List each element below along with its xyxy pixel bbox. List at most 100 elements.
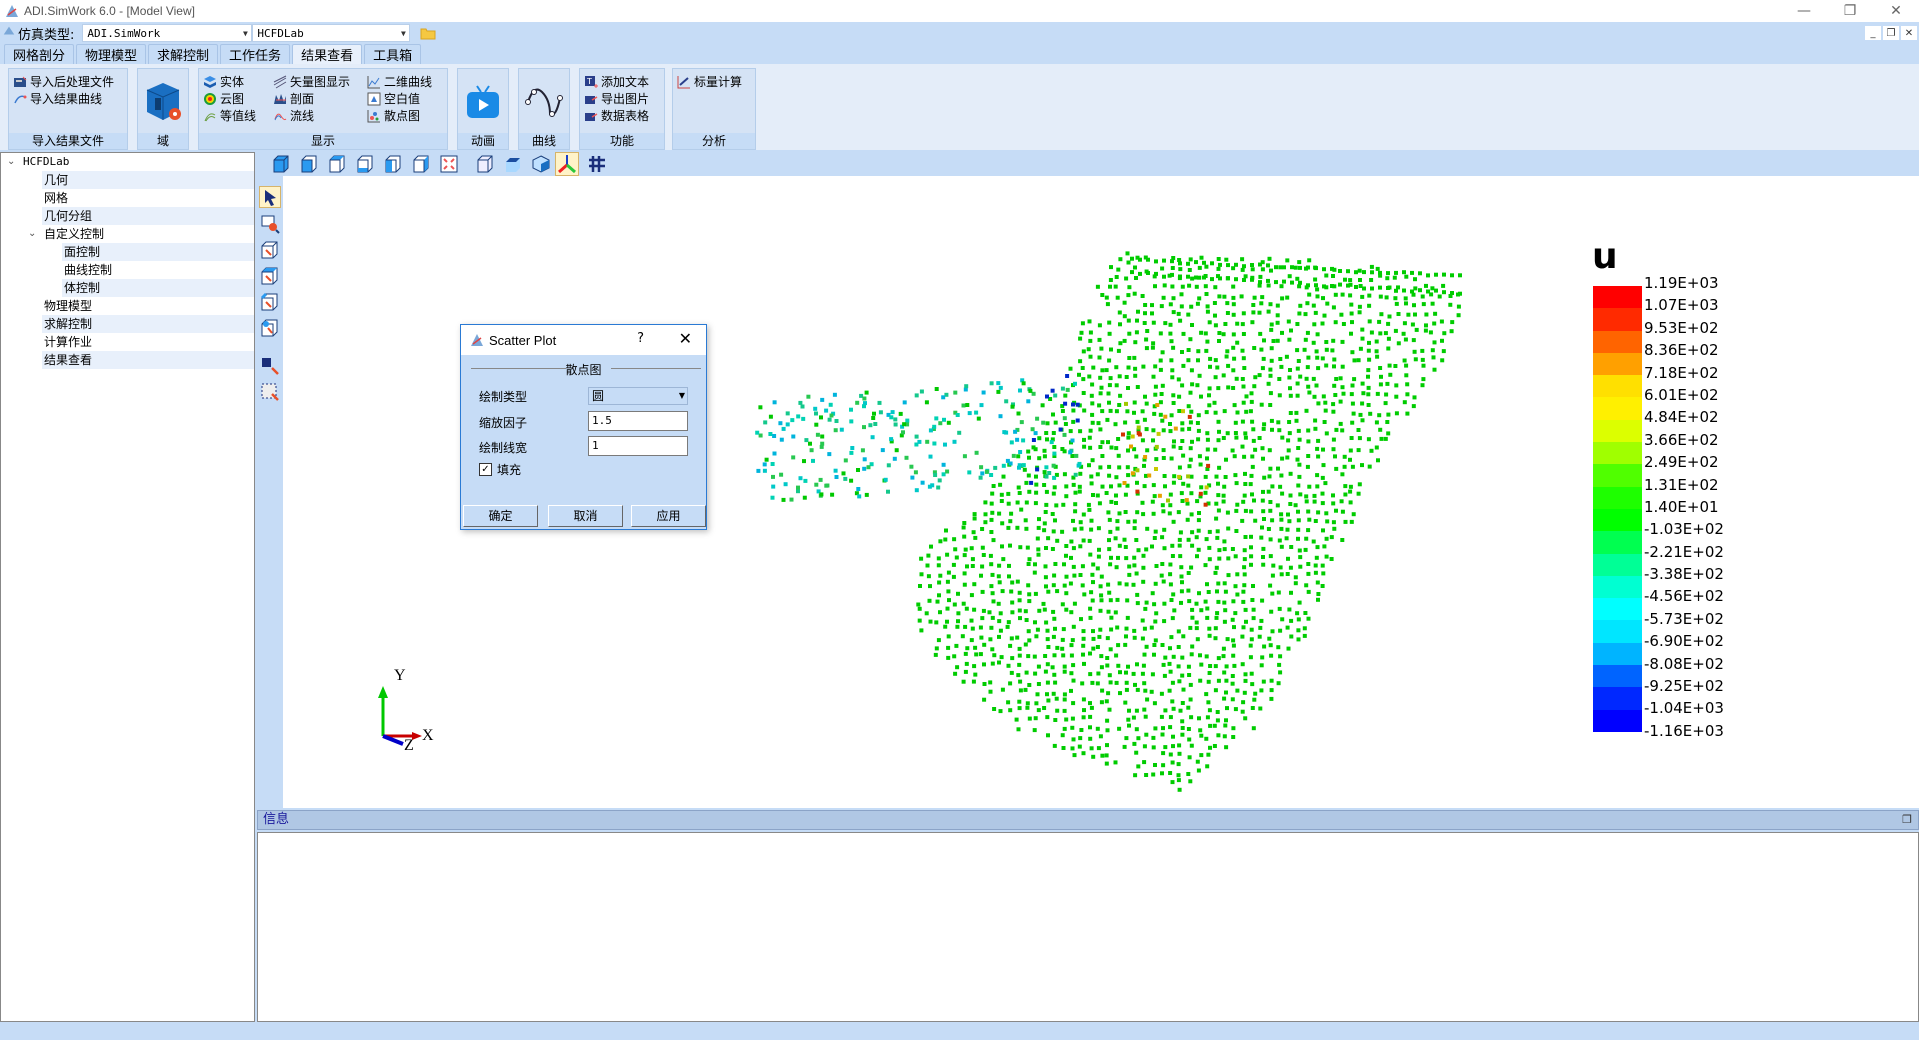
contour-cloud-button[interactable]: 云图	[203, 90, 244, 107]
restore-button[interactable]: ❐	[1827, 0, 1873, 22]
scatter-plot-button[interactable]: 散点图	[367, 107, 420, 124]
view-back-cube-icon[interactable]	[327, 154, 347, 174]
tab-mesh[interactable]: 网格剖分	[4, 44, 75, 64]
minimize-button[interactable]: —	[1781, 0, 1827, 22]
view-left-cube-icon[interactable]	[383, 154, 403, 174]
dialog-title-bar[interactable]: Scatter Plot ? ✕	[461, 325, 706, 355]
scatter-point	[1297, 284, 1302, 289]
scalar-calc-button[interactable]: 标量计算	[677, 73, 742, 90]
scatter-point	[938, 421, 943, 426]
scatter-point	[1044, 584, 1048, 589]
tab-results[interactable]: 结果查看	[292, 44, 363, 64]
tab-solver-control[interactable]: 求解控制	[148, 44, 219, 64]
scatter-point	[1027, 716, 1032, 721]
animation-button[interactable]	[461, 77, 505, 127]
box-select-icon[interactable]	[260, 356, 280, 376]
view-iso-cube-icon[interactable]	[271, 154, 291, 174]
scatter-point	[762, 468, 767, 473]
scatter-point	[1168, 503, 1173, 508]
scatter-point	[1222, 294, 1227, 299]
dialog-help-button[interactable]: ?	[637, 331, 644, 346]
scatter-point	[1100, 454, 1105, 458]
section-button[interactable]: 剖面	[273, 90, 314, 107]
scatter-point	[963, 651, 968, 656]
curve-button[interactable]	[522, 77, 566, 127]
grid-icon[interactable]	[587, 154, 607, 174]
vector-display-button[interactable]: 矢量图显示	[273, 73, 350, 90]
plot-type-select[interactable]: 圆 ▼	[588, 387, 688, 405]
solver-combo[interactable]: HCFDLab ▼	[252, 24, 411, 42]
select-pointer-button[interactable]	[259, 186, 281, 208]
tree-root-hcfdlab[interactable]: ⌄ HCFDLab	[1, 153, 254, 171]
wireframe-cube-icon[interactable]	[475, 154, 495, 174]
view-right-cube-icon[interactable]	[411, 154, 431, 174]
axes-toggle-button[interactable]	[555, 152, 579, 176]
apply-button[interactable]: 应用	[631, 505, 706, 527]
scatter-point	[1351, 512, 1356, 517]
data-table-button[interactable]: 数据表格	[584, 107, 649, 124]
rubber-band-select-icon[interactable]	[260, 382, 280, 402]
legend-tick-label: 6.01E+02	[1644, 385, 1719, 404]
add-text-button[interactable]: T 添加文本	[584, 73, 649, 90]
scatter-point	[1188, 682, 1193, 687]
tree-item-geometry-group[interactable]: 几何分组	[42, 207, 254, 225]
close-button[interactable]: ✕	[1873, 0, 1919, 22]
import-result-curve-button[interactable]: 导入结果曲线	[13, 90, 102, 107]
shaded-cube-icon[interactable]	[531, 154, 551, 174]
tree-item-compute-job[interactable]: 计算作业	[42, 333, 254, 351]
info-restore-icon[interactable]: ❐	[1902, 811, 1912, 829]
line-width-input[interactable]: 1	[588, 436, 688, 456]
select-body-icon[interactable]	[260, 240, 280, 260]
scatter-point	[889, 437, 894, 442]
scatter-point	[989, 584, 994, 589]
scatter-point	[1295, 322, 1300, 326]
scatter-point	[1024, 526, 1029, 531]
scatter-point	[1217, 331, 1222, 335]
scatter-point	[1288, 502, 1293, 506]
tree-item-mesh[interactable]: 网格	[42, 189, 254, 207]
solid-button[interactable]: 实体	[203, 73, 244, 90]
cancel-button[interactable]: 取消	[548, 505, 623, 527]
tree-item-physics-model[interactable]: 物理模型	[42, 297, 254, 315]
mdi-close-button[interactable]: ✕	[1901, 26, 1917, 40]
view-front-cube-icon[interactable]	[299, 154, 319, 174]
tree-item-surface-control[interactable]: 面控制	[62, 243, 254, 261]
tree-item-volume-control[interactable]: 体控制	[62, 279, 254, 297]
scatter-point	[1277, 606, 1282, 611]
select-edge-icon[interactable]	[260, 292, 280, 312]
blank-value-button[interactable]: 空白值	[367, 90, 420, 107]
select-face-icon[interactable]	[260, 266, 280, 286]
mdi-restore-button[interactable]: ❐	[1883, 26, 1899, 40]
tree-item-results[interactable]: 结果查看	[42, 351, 254, 369]
isoline-button[interactable]: 等值线	[203, 107, 256, 124]
tab-work-task[interactable]: 工作任务	[220, 44, 291, 64]
tree-item-curve-control[interactable]: 曲线控制	[62, 261, 254, 279]
tab-toolbox[interactable]: 工具箱	[364, 44, 422, 64]
select-vertex-icon[interactable]	[260, 318, 280, 338]
streamline-button[interactable]: 流线	[273, 107, 314, 124]
scatter-point	[1204, 410, 1209, 415]
folder-icon[interactable]	[420, 26, 436, 40]
tab-physics-model[interactable]: 物理模型	[76, 44, 147, 64]
zoom-select-icon[interactable]	[260, 214, 280, 234]
tree-item-custom-control[interactable]: ⌄ 自定义控制	[28, 225, 254, 243]
import-postprocess-file-button[interactable]: 导入后处理文件	[13, 73, 114, 90]
fit-view-icon[interactable]	[439, 154, 459, 174]
scatter-point	[1213, 570, 1218, 575]
fill-checkbox[interactable]: ✓ 填充	[479, 461, 521, 478]
view-bottom-cube-icon[interactable]	[355, 154, 375, 174]
scatter-point	[1287, 337, 1292, 342]
export-image-button[interactable]: 导出图片	[584, 90, 649, 107]
dialog-close-button[interactable]: ✕	[679, 329, 692, 348]
surface-cube-icon[interactable]	[503, 154, 523, 174]
domain-button[interactable]	[141, 77, 185, 127]
ok-button[interactable]: 确定	[463, 505, 538, 527]
tree-item-solver-control[interactable]: 求解控制	[42, 315, 254, 333]
sim-type-combo[interactable]: ADI.SimWork ▼	[82, 24, 253, 42]
mdi-minimize-button[interactable]: _	[1865, 26, 1881, 40]
tree-item-geometry[interactable]: 几何	[42, 171, 254, 189]
scale-factor-input[interactable]: 1.5	[588, 411, 688, 431]
2d-curve-button[interactable]: 二维曲线	[367, 73, 432, 90]
scatter-point	[1177, 543, 1182, 548]
scatter-point	[1177, 258, 1182, 262]
